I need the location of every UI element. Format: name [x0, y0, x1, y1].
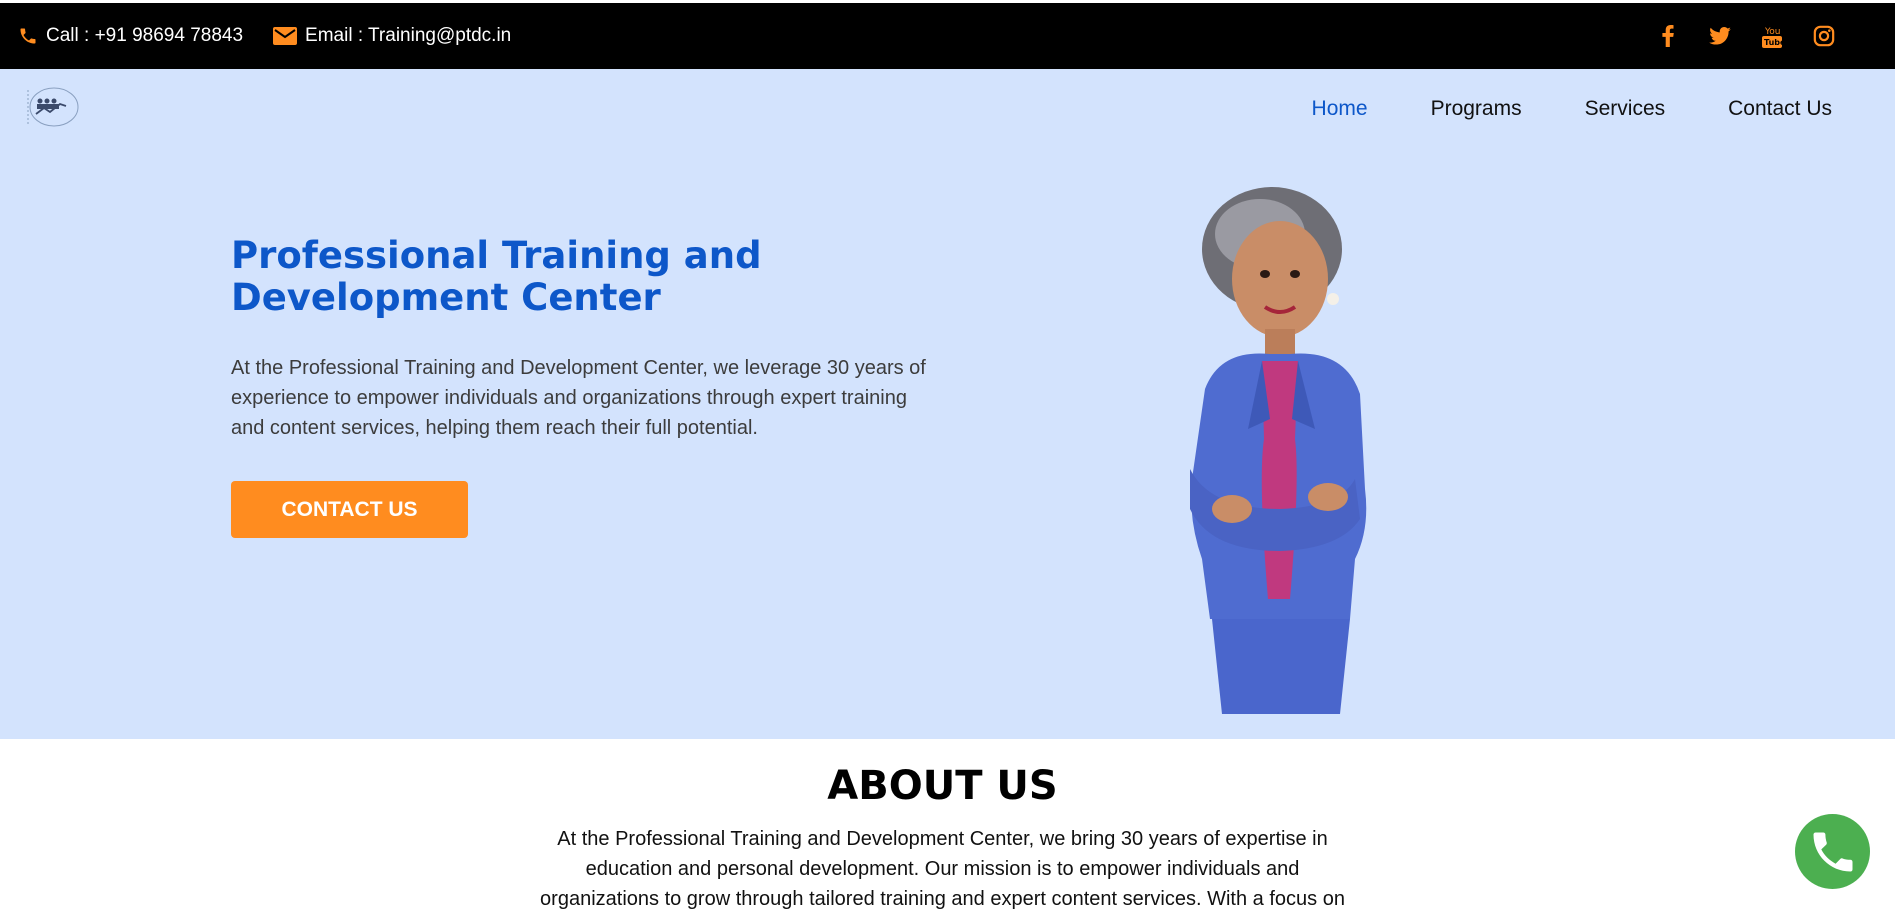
svg-text:You: You: [1764, 27, 1781, 37]
hero-description: At the Professional Training and Develop…: [231, 357, 926, 439]
phone-text: Call : +91 98694 78843: [46, 25, 244, 46]
hero-section: Home Programs Services Contact Us Profes…: [0, 69, 1895, 739]
svg-text:Tube: Tube: [1764, 38, 1782, 47]
hero-illustration: [1150, 179, 1400, 714]
whatsapp-icon: [1813, 832, 1852, 871]
hero-title: Professional Training and Development Ce…: [231, 234, 762, 319]
phone-contact[interactable]: Call : +91 98694 78843: [18, 25, 243, 47]
nav-programs[interactable]: Programs: [1431, 97, 1522, 121]
facebook-icon[interactable]: [1657, 25, 1679, 47]
instagram-icon[interactable]: [1813, 25, 1835, 47]
nav-services[interactable]: Services: [1585, 97, 1666, 121]
mail-icon: [273, 27, 298, 45]
nav-contact-us[interactable]: Contact Us: [1728, 97, 1832, 121]
main-nav: Home Programs Services Contact Us: [1312, 97, 1832, 121]
youtube-icon[interactable]: You Tube: [1761, 25, 1783, 48]
whatsapp-button[interactable]: [1795, 814, 1870, 889]
phone-icon: [20, 28, 36, 44]
email-contact[interactable]: Email : Training@ptdc.in: [273, 25, 511, 47]
site-logo[interactable]: [26, 84, 80, 130]
contact-us-button[interactable]: CONTACT US: [231, 481, 468, 538]
about-title: ABOUT US: [827, 763, 1058, 809]
email-text: Email : Training@ptdc.in: [305, 25, 512, 46]
twitter-icon[interactable]: [1709, 25, 1731, 47]
top-contact-bar: Call : +91 98694 78843 Email : Training@…: [0, 3, 1895, 69]
about-description: At the Professional Training and Develop…: [540, 828, 1345, 910]
nav-home[interactable]: Home: [1312, 97, 1368, 121]
social-links: You Tube: [1657, 3, 1835, 69]
